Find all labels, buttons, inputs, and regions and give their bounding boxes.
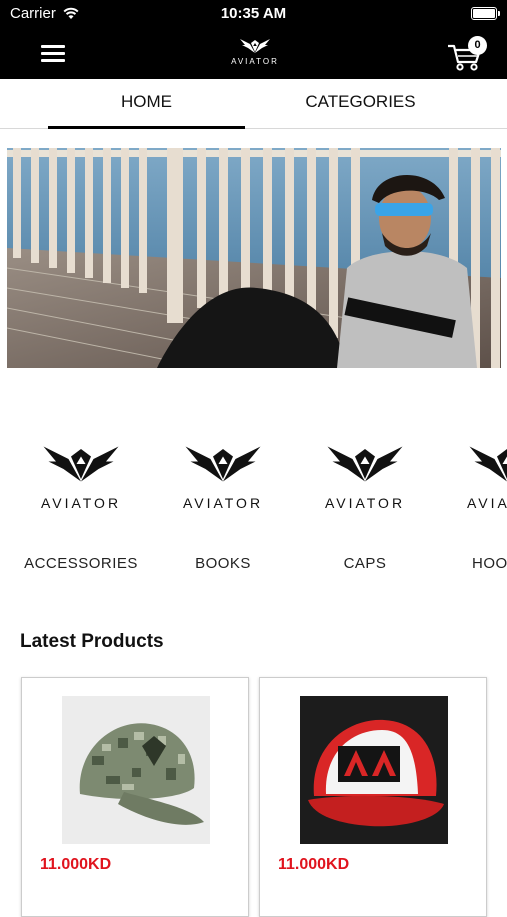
category-item-hoodies[interactable]: AVIATOR HOO	[442, 420, 507, 580]
category-carousel: AVIATOR ACCESSORIES AVIATOR BOOKS AVIATO…	[0, 420, 507, 580]
category-label: CAPS	[343, 555, 387, 572]
tab-categories[interactable]: CATEGORIES	[262, 79, 459, 129]
category-item-books[interactable]: AVIATOR BOOKS	[158, 420, 288, 580]
category-item-caps[interactable]: AVIATOR CAPS	[300, 420, 430, 580]
product-card[interactable]: 11.000KD	[21, 677, 249, 917]
category-logo: AVIATOR	[325, 440, 405, 511]
category-label: BOOKS	[195, 555, 251, 572]
menu-line	[41, 59, 65, 62]
wings-icon	[469, 446, 507, 482]
tab-bar: HOME CATEGORIES	[0, 79, 507, 129]
product-price: 11.000KD	[40, 856, 112, 873]
category-logo: AVIATOR	[467, 440, 507, 511]
category-logo-text: AVIATOR	[40, 495, 122, 511]
hero-banner[interactable]	[7, 148, 501, 368]
latest-products-title: Latest Products	[20, 631, 164, 652]
cart-count-badge: 0	[468, 36, 487, 55]
product-card[interactable]: 11.000KD	[259, 677, 487, 917]
menu-line	[41, 45, 65, 48]
wings-icon	[240, 39, 270, 53]
category-item-accessories[interactable]: AVIATOR ACCESSORIES	[16, 420, 146, 580]
cart-button[interactable]: 0	[446, 36, 487, 72]
status-bar: Carrier 10:35 AM	[0, 0, 507, 28]
wings-icon	[43, 446, 119, 482]
wings-icon	[185, 446, 261, 482]
hamburger-menu-button[interactable]	[38, 40, 68, 66]
wings-icon	[327, 446, 403, 482]
top-nav-bar: AVIATOR 0	[0, 28, 507, 79]
category-label: ACCESSORIES	[24, 555, 138, 572]
banner-image	[7, 148, 501, 368]
battery-icon	[471, 7, 500, 20]
logo-text: AVIATOR	[231, 57, 279, 66]
category-logo-text: AVIATOR	[466, 495, 507, 511]
tab-home[interactable]: HOME	[48, 79, 245, 129]
aviator-logo: AVIATOR	[225, 36, 285, 72]
clock: 10:35 AM	[220, 5, 287, 22]
category-logo: AVIATOR	[183, 440, 263, 511]
category-logo-text: AVIATOR	[182, 495, 264, 511]
category-logo-text: AVIATOR	[324, 495, 406, 511]
product-price: 11.000KD	[278, 856, 350, 873]
product-image-camo-cap	[62, 696, 210, 844]
menu-line	[41, 52, 65, 55]
product-image-trucker-cap	[300, 696, 448, 844]
category-logo: AVIATOR	[41, 440, 121, 511]
category-label: HOO	[472, 555, 507, 572]
